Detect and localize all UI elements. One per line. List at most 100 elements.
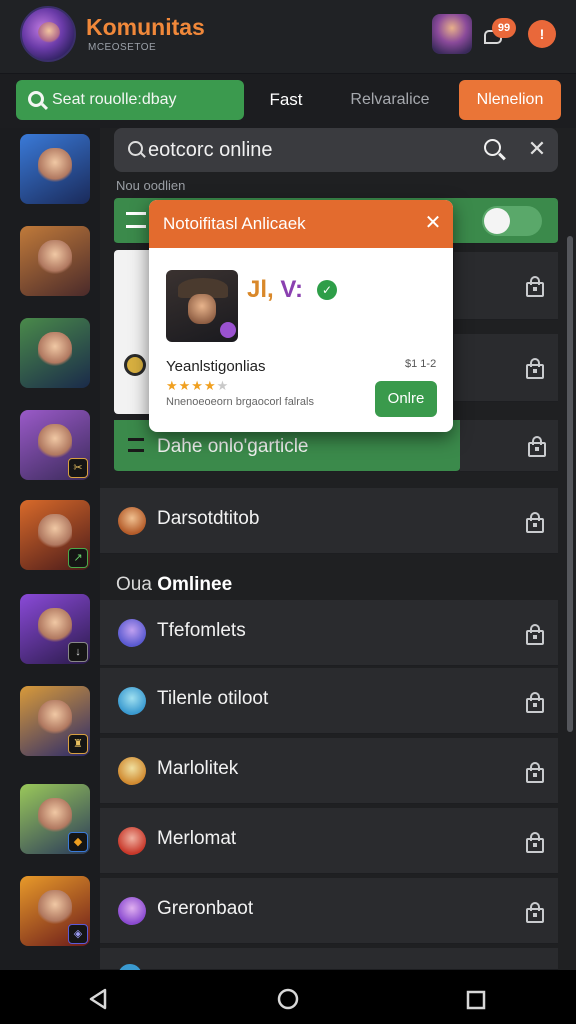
user-avatar	[118, 897, 146, 925]
lock-icon	[525, 358, 545, 379]
filter-search-label: Seat rouolle:dbay	[52, 91, 177, 108]
rail-game-1[interactable]	[20, 134, 90, 204]
character-icon	[38, 798, 72, 834]
character-icon	[38, 700, 72, 736]
chat-count-badge: 99	[492, 18, 516, 38]
recent-apps-icon[interactable]	[466, 990, 486, 1010]
rating-stars: ★★★★★	[166, 378, 230, 393]
notification-dialog: Notoifitasl Anlicaek ✕ Jl, V: ✓ Yeanlsti…	[149, 200, 453, 432]
lock-icon	[525, 762, 545, 783]
online-section-header: Oua Omlinee	[116, 574, 232, 596]
filter-relevance-tab[interactable]: Relvaralice	[340, 80, 440, 120]
gem-icon	[220, 322, 236, 338]
list-item-name: Darsotdtitob	[157, 508, 260, 529]
filter-fast-tab[interactable]: Fast	[250, 80, 322, 120]
chat-button[interactable]: 99	[478, 14, 518, 54]
list-item-partial	[114, 250, 150, 414]
search-icon	[28, 91, 44, 107]
list-item-lock-cell[interactable]	[460, 420, 558, 472]
rail-game-2[interactable]	[20, 226, 90, 296]
back-icon[interactable]	[88, 988, 108, 1015]
game-name: Yeanlstigonlias	[166, 358, 266, 375]
lock-icon	[525, 692, 545, 713]
clock-icon	[124, 354, 146, 376]
character-icon	[38, 608, 72, 644]
lock-icon	[525, 512, 545, 533]
home-icon[interactable]	[277, 988, 299, 1010]
search-icon	[128, 141, 143, 156]
user-avatar	[118, 687, 146, 715]
list-item-partial[interactable]	[454, 252, 558, 320]
list-item-name: Merlomat	[157, 828, 237, 849]
list-item[interactable]: Tilenle otiloot	[100, 668, 558, 734]
lock-icon	[525, 276, 545, 297]
chart-icon: ↗	[68, 548, 88, 568]
lock-icon	[525, 832, 545, 853]
dialog-header: Notoifitasl Anlicaek ✕	[149, 200, 453, 248]
list-item[interactable]: Darsotdtitob	[100, 488, 558, 554]
list-item-name: Dahe onlo'garticle	[157, 436, 309, 457]
game-rail: ✂ ↗ ↓ ♜ ◆ ◈	[0, 128, 100, 970]
app-subtitle: MCEOSETOE	[88, 42, 157, 53]
user-avatar	[118, 827, 146, 855]
character-icon	[38, 240, 72, 276]
close-icon[interactable]: ✕	[421, 210, 445, 236]
verified-icon: ✓	[317, 280, 337, 300]
list-item-name: Tilenle otiloot	[157, 688, 269, 709]
alert-button[interactable]: !	[528, 20, 556, 48]
app-logo	[20, 6, 76, 62]
dialog-headline: Jl, V:	[247, 276, 304, 303]
online-button[interactable]: Onlre	[375, 381, 437, 417]
filter-search-chip[interactable]: Seat rouolle:dbay	[16, 80, 244, 120]
list-item-partial[interactable]	[454, 334, 558, 402]
game-price: $1 1-2	[405, 358, 437, 370]
user-avatar	[118, 619, 146, 647]
game-thumbnail[interactable]	[166, 270, 238, 342]
dialog-title: Notoifitasl Anlicaek	[163, 214, 306, 233]
character-icon	[38, 424, 72, 460]
tools-icon: ✂	[68, 458, 88, 478]
search-submit-icon[interactable]	[484, 139, 501, 156]
app-header: Komunitas MCEOSETOE 99 !	[0, 0, 576, 74]
list-item[interactable]: Tfefomlets	[100, 600, 558, 666]
section-label: Nou oodlien	[116, 178, 186, 193]
list-item-name: Tfefomlets	[157, 620, 246, 641]
rail-game-5[interactable]: ↗	[20, 500, 90, 570]
game-search-bar: ✕	[114, 128, 558, 172]
rail-game-7[interactable]: ♜	[20, 686, 90, 756]
lock-icon	[527, 436, 547, 457]
online-prefix: Oua	[116, 574, 152, 595]
download-icon: ↓	[68, 642, 88, 662]
system-nav-bar	[0, 970, 576, 1024]
user-avatar	[118, 507, 146, 535]
clear-search-icon[interactable]: ✕	[524, 136, 550, 162]
character-icon	[38, 332, 72, 368]
list-item-name: Greronbaot	[157, 898, 254, 919]
scrollbar[interactable]	[567, 236, 573, 732]
online-label: Omlinee	[157, 574, 233, 595]
game-description: Nnenoeoeorn brgaocorl falrals	[166, 396, 314, 408]
filter-mention-button[interactable]: Nlenelion	[459, 80, 561, 120]
list-item-name: Marlolitek	[157, 758, 239, 779]
search-input[interactable]	[148, 134, 468, 166]
list-item[interactable]: Merlomat	[100, 808, 558, 874]
rail-game-6[interactable]: ↓	[20, 594, 90, 664]
key-icon: ♜	[68, 734, 88, 754]
rail-game-4[interactable]: ✂	[20, 410, 90, 480]
character-icon	[38, 890, 72, 926]
menu-icon	[126, 212, 146, 228]
rail-game-3[interactable]	[20, 318, 90, 388]
list-item-partial	[100, 948, 558, 988]
list-item[interactable]: Marlolitek	[100, 738, 558, 804]
lock-icon	[525, 624, 545, 645]
lock-icon	[525, 902, 545, 923]
character-icon	[38, 148, 72, 184]
rail-game-8[interactable]: ◆	[20, 784, 90, 854]
gem-icon: ◈	[68, 924, 88, 944]
layers-icon	[128, 438, 144, 452]
rail-game-9[interactable]: ◈	[20, 876, 90, 946]
profile-avatar[interactable]	[432, 14, 472, 54]
list-item[interactable]: Greronbaot	[100, 878, 558, 944]
character-icon	[38, 514, 72, 550]
filter-bar: Seat rouolle:dbay Fast Relvaralice Nlene…	[0, 74, 576, 128]
